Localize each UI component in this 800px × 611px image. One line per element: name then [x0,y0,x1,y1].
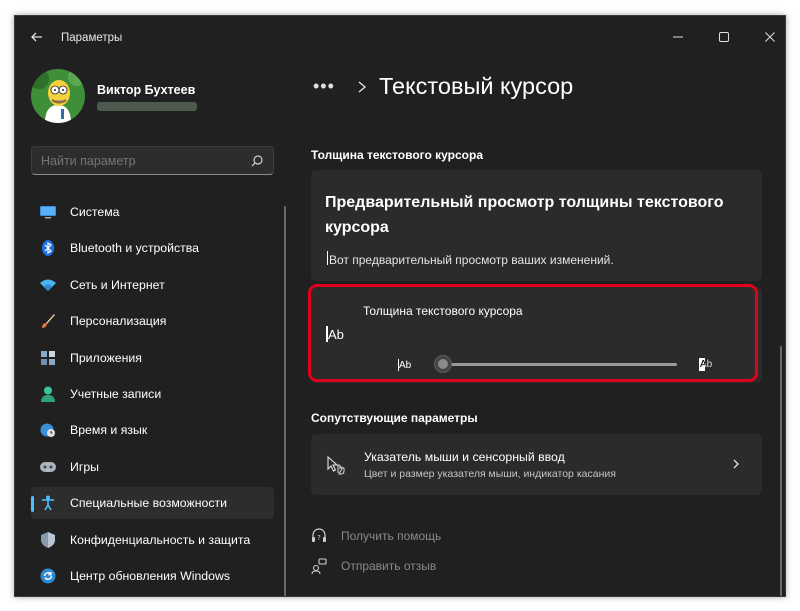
sidebar-item-label: Сеть и Интернет [70,277,165,292]
shield-icon [40,531,56,548]
sidebar-item-system[interactable]: Система [31,196,274,228]
mouse-touch-icon [327,455,345,475]
sidebar-item-label: Время и язык [70,423,148,438]
sidebar-item-network[interactable]: Сеть и Интернет [31,269,274,301]
sidebar-item-label: Конфиденциальность и защита [70,532,251,547]
wifi-icon [40,277,56,293]
monitor-icon [40,204,56,220]
sidebar-item-label: Специальные возможности [70,496,227,511]
update-icon [40,568,56,584]
arrow-left-icon [31,32,42,42]
sidebar-item-label: Система [70,205,120,219]
related-setting-mouse-touch[interactable]: Указатель мыши и сенсорный ввод Цвет и р… [311,434,762,495]
minimize-icon [673,36,683,38]
highlight-frame [308,284,758,382]
chevron-right-icon [358,80,367,93]
help-icon: ? [311,528,327,544]
sidebar-item-apps[interactable]: Приложения [31,342,274,374]
brush-icon [40,313,56,329]
sidebar-item-label: Приложения [70,350,142,365]
maximize-button[interactable] [701,22,747,52]
gamepad-icon [40,459,56,475]
sidebar-item-label: Bluetooth и устройства [70,241,200,256]
app-title: Параметры [61,32,123,44]
user-email-blurred [97,102,197,111]
breadcrumb: ••• Текстовый курсор [313,73,573,100]
sidebar-item-privacy[interactable]: Конфиденциальность и защита [31,524,274,556]
section-heading-thickness: Толщина текстового курсора [311,148,484,162]
title-bar: Параметры [15,16,785,56]
sidebar-item-gaming[interactable]: Игры [31,451,274,483]
sidebar-item-label: Учетные записи [70,386,162,401]
sidebar-item-bluetooth[interactable]: Bluetooth и устройства [31,232,274,264]
bluetooth-icon [40,240,56,257]
chevron-right-icon [733,459,739,469]
close-button[interactable] [747,22,785,52]
globe-clock-icon [40,422,56,438]
help-link[interactable]: ? Получить помощь [311,528,441,544]
close-icon [765,32,775,42]
page-title: Текстовый курсор [379,73,574,99]
user-name: Виктор Бухтеев [97,83,196,97]
sidebar-item-windows-update[interactable]: Центр обновления Windows [31,560,274,592]
related-subtitle: Цвет и размер указателя мыши, индикатор … [364,468,616,480]
feedback-link[interactable]: Отправить отзыв [311,558,436,574]
svg-text:?: ? [317,534,321,542]
back-button[interactable] [27,27,47,47]
avatar[interactable] [31,69,85,123]
accessibility-icon [40,495,56,511]
sidebar-item-label: Центр обновления Windows [70,568,231,583]
content-scrollbar[interactable] [780,346,782,596]
feedback-icon [311,558,327,574]
sidebar-item-accessibility[interactable]: Специальные возможности [31,487,274,520]
person-icon [40,386,56,402]
preview-card: Предварительный просмотр толщины текстов… [311,170,762,281]
text-cursor-preview [327,251,328,265]
sidebar-item-accounts[interactable]: Учетные записи [31,378,274,410]
sidebar-item-personalization[interactable]: Персонализация [31,305,274,337]
search-icon[interactable] [250,154,264,168]
feedback-link-text[interactable]: Отправить отзыв [341,559,436,573]
maximize-icon [719,32,729,42]
sidebar-item-time-language[interactable]: Время и язык [31,414,274,446]
sidebar-item-label: Персонализация [70,314,167,329]
section-heading-related: Сопутствующие параметры [311,411,478,425]
preview-title: Предварительный просмотр толщины текстов… [325,194,724,236]
settings-window: Параметры Виктор Бухтеев Найти параметр … [14,15,786,597]
related-title: Указатель мыши и сенсорный ввод [364,450,565,464]
breadcrumb-overflow-button[interactable]: ••• [313,76,343,97]
sidebar-nav: Система Bluetooth и устройства Сеть и Ин… [31,196,274,596]
search-input[interactable] [41,154,241,168]
search-box[interactable] [31,146,274,175]
sidebar-scrollbar[interactable] [284,206,286,596]
help-link-text[interactable]: Получить помощь [341,529,441,543]
preview-text: Вот предварительный просмотр ваших измен… [329,253,614,267]
sidebar-item-label: Игры [70,459,100,474]
apps-icon [40,350,56,366]
minimize-button[interactable] [655,22,701,52]
